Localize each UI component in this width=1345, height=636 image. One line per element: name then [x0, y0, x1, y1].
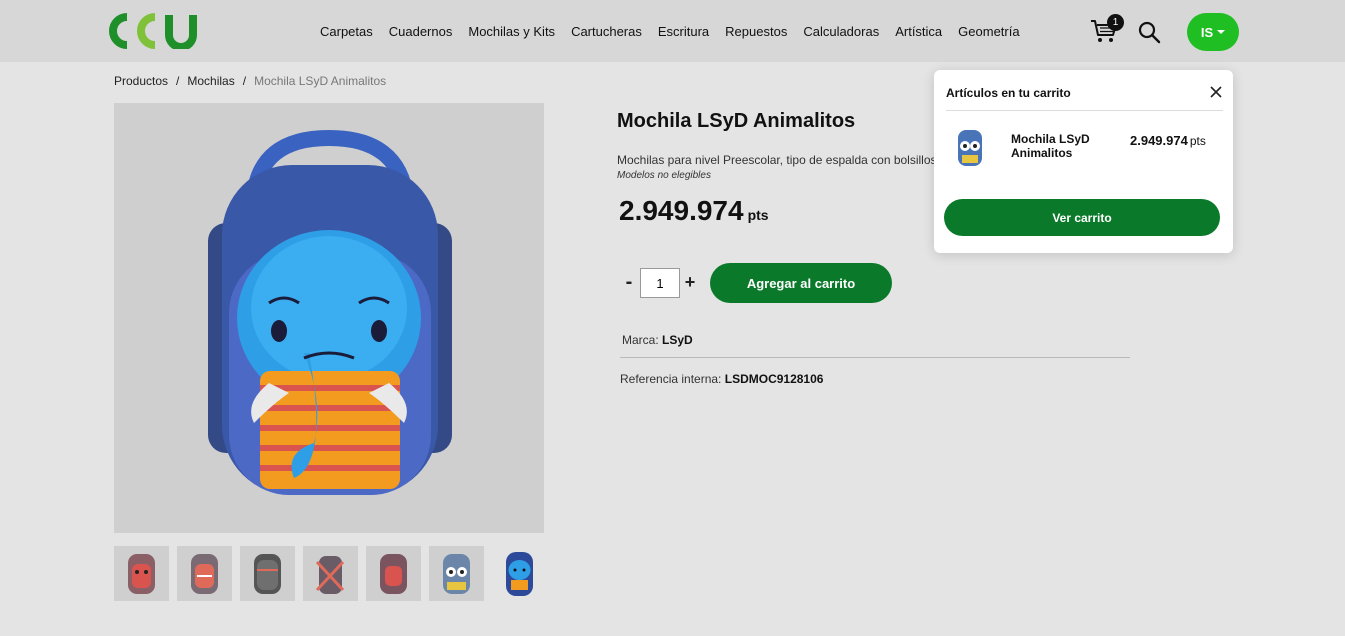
price-unit: pts: [747, 207, 769, 223]
backpack-image: [208, 129, 452, 495]
cart-item-name[interactable]: Mochila LSyD Animalitos: [1011, 132, 1121, 160]
breadcrumb: Productos / Mochilas / Mochila LSyD Anim…: [114, 74, 386, 88]
reference-label: Referencia interna:: [620, 372, 722, 386]
thumbnail-4[interactable]: [303, 546, 358, 601]
nav-calculadoras[interactable]: Calculadoras: [803, 24, 879, 39]
brand-label: Marca:: [622, 333, 659, 347]
nav-mochilas-y-kits[interactable]: Mochilas y Kits: [468, 24, 555, 39]
add-to-cart-button[interactable]: Agregar al carrito: [710, 263, 892, 303]
breadcrumb-separator: /: [242, 74, 247, 88]
nav-escritura[interactable]: Escritura: [658, 24, 709, 39]
quantity-input[interactable]: [640, 268, 680, 298]
search-icon[interactable]: [1137, 20, 1161, 44]
nav-geometria[interactable]: Geometría: [958, 24, 1019, 39]
nav-cuadernos[interactable]: Cuadernos: [389, 24, 453, 39]
thumbnail-gallery: [114, 546, 547, 601]
breadcrumb-mochilas[interactable]: Mochilas: [187, 74, 234, 88]
user-initials: IS: [1200, 24, 1214, 40]
nav-cartucheras[interactable]: Cartucheras: [571, 24, 642, 39]
reference-value: LSDMOC9128106: [724, 372, 824, 386]
spec-divider: [620, 357, 1130, 358]
quantity-increase-button[interactable]: +: [682, 270, 698, 294]
price-value: 2.949.974: [619, 195, 744, 226]
cart-item-price: 2.949.974 pts: [1130, 133, 1206, 148]
view-cart-button[interactable]: Ver carrito: [944, 199, 1220, 236]
site-header: Carpetas Cuadernos Mochilas y Kits Cartu…: [0, 0, 1345, 62]
thumbnail-3[interactable]: [240, 546, 295, 601]
models-note: Modelos no elegibles: [617, 170, 711, 181]
product-title: Mochila LSyD Animalitos: [617, 110, 856, 132]
thumbnail-7-selected[interactable]: [492, 546, 547, 601]
nav-artistica[interactable]: Artística: [895, 24, 942, 39]
user-menu-button[interactable]: IS: [1187, 13, 1239, 51]
product-main-image[interactable]: [114, 103, 544, 533]
breadcrumb-current: Mochila LSyD Animalitos: [254, 74, 387, 88]
thumbnail-5[interactable]: [366, 546, 421, 601]
brand-value: LSyD: [662, 333, 693, 347]
cart-item-price-unit: pts: [1189, 134, 1206, 148]
cart-item-image[interactable]: [954, 128, 986, 168]
thumbnail-1[interactable]: [114, 546, 169, 601]
nav-repuestos[interactable]: Repuestos: [725, 24, 787, 39]
ccu-logo[interactable]: [109, 13, 201, 49]
breadcrumb-productos[interactable]: Productos: [114, 74, 168, 88]
thumbnail-6[interactable]: [429, 546, 484, 601]
spec-brand: Marca: LSyD: [622, 333, 693, 347]
chevron-down-icon: [1217, 30, 1226, 34]
cart-popup: Artículos en tu carrito Mochila LSyD Ani…: [934, 70, 1233, 253]
cart-popup-title: Artículos en tu carrito: [946, 86, 1071, 100]
spec-reference: Referencia interna: LSDMOC9128106: [620, 372, 823, 386]
nav-carpetas[interactable]: Carpetas: [320, 24, 373, 39]
cart-popup-divider: [946, 110, 1223, 111]
breadcrumb-separator: /: [176, 74, 180, 88]
main-nav: Carpetas Cuadernos Mochilas y Kits Cartu…: [320, 24, 1020, 39]
quantity-decrease-button[interactable]: -: [621, 270, 637, 294]
product-description: Mochilas para nivel Preescolar, tipo de …: [617, 153, 935, 167]
cart-item-price-value: 2.949.974: [1130, 133, 1188, 148]
product-price: 2.949.974 pts: [619, 195, 769, 227]
thumbnail-2[interactable]: [177, 546, 232, 601]
cart-count-badge: 1: [1107, 14, 1124, 31]
close-icon[interactable]: [1209, 85, 1223, 99]
